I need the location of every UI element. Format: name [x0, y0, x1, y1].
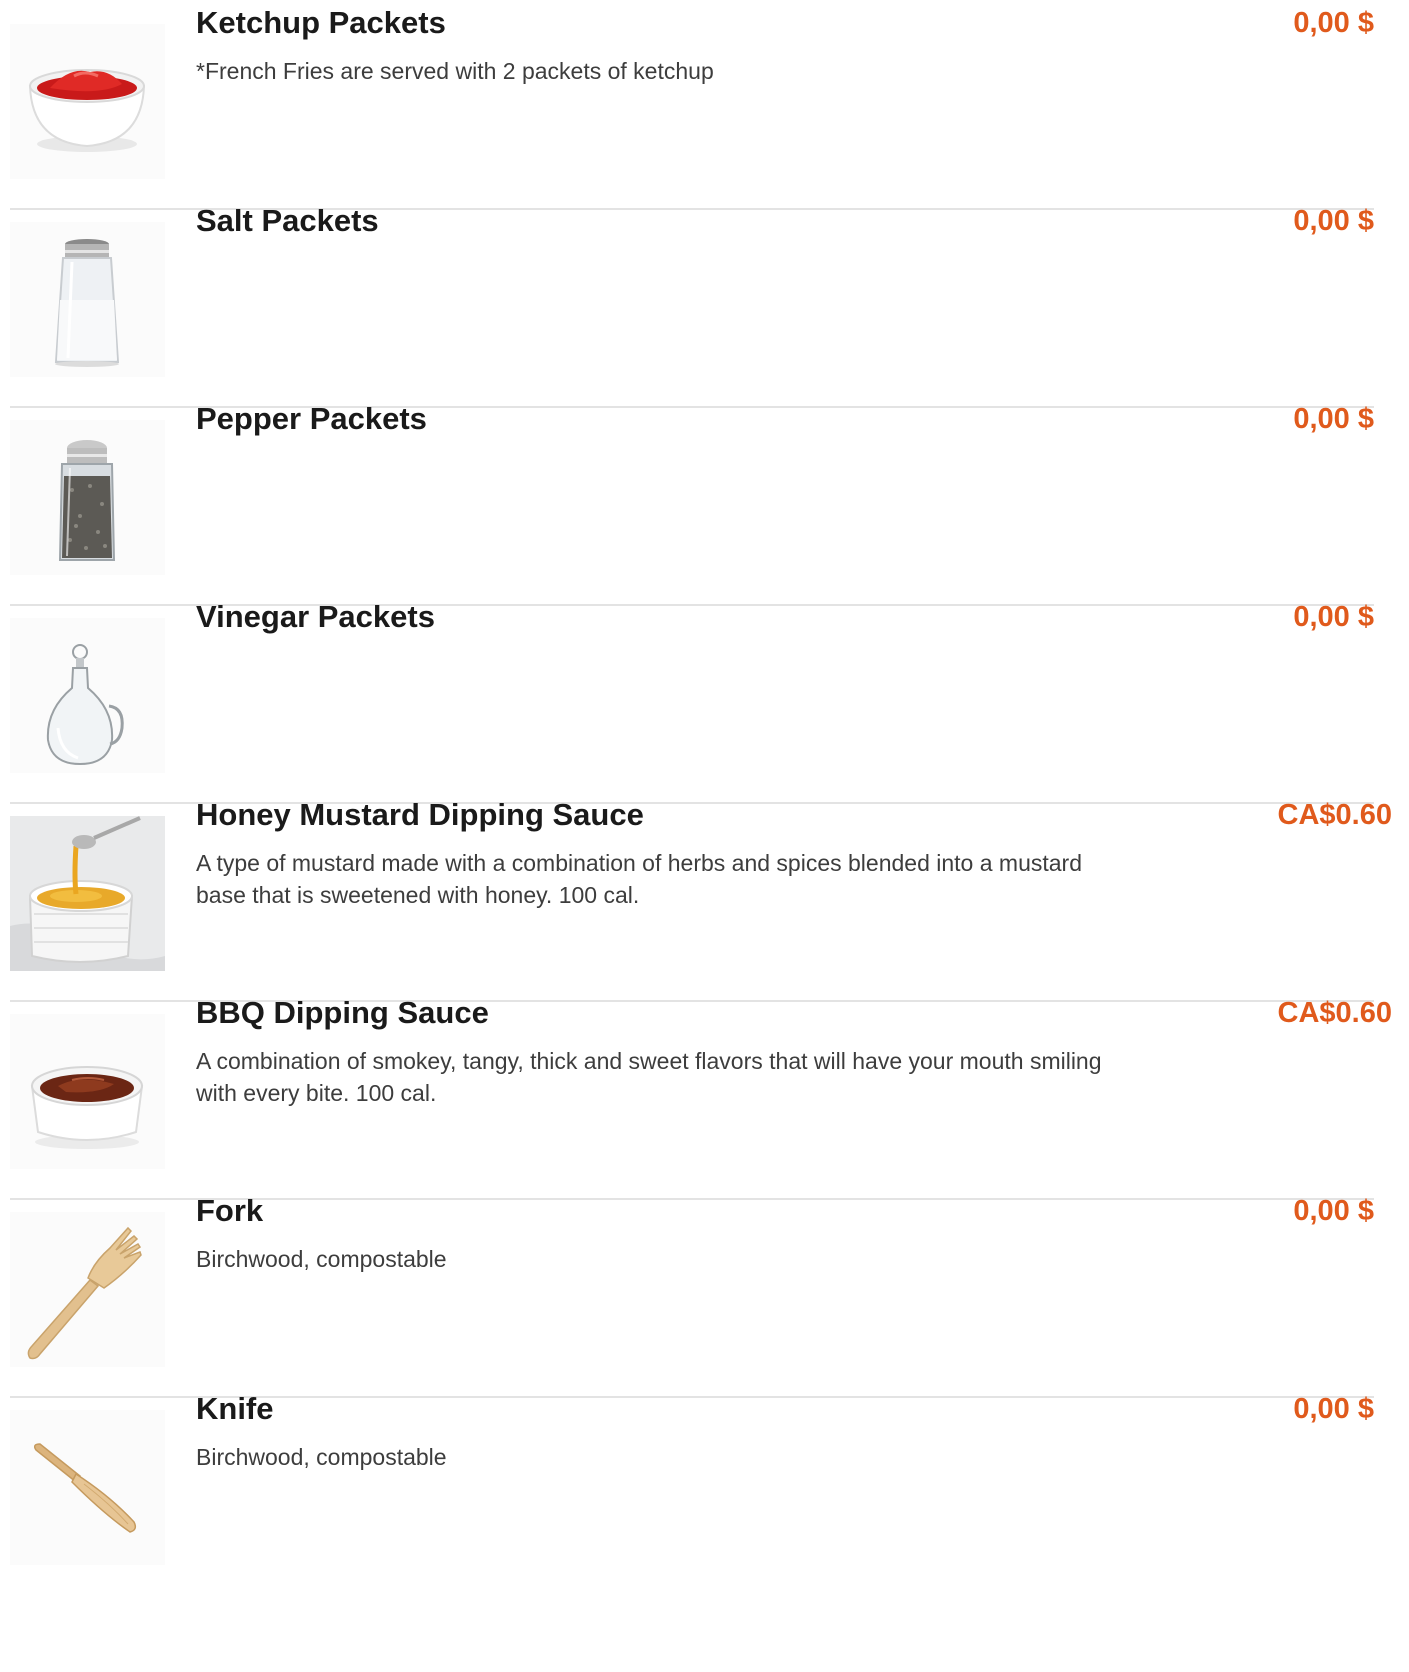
vinegar-cruet-image [10, 618, 165, 773]
item-name: Fork [196, 1193, 264, 1228]
menu-item-honey-mustard[interactable]: Honey Mustard Dipping Sauce A type of mu… [10, 792, 1392, 1002]
item-name: Honey Mustard Dipping Sauce [196, 797, 644, 832]
item-price: 0,00 $ [1293, 1393, 1374, 1425]
item-price: 0,00 $ [1293, 7, 1374, 39]
item-description: *French Fries are served with 2 packets … [196, 58, 714, 84]
item-price: 0,00 $ [1293, 403, 1374, 435]
bbq-sauce-cup-image [10, 1014, 165, 1169]
item-description: A type of mustard made with a combinatio… [196, 850, 1083, 908]
item-price: 0,00 $ [1293, 205, 1374, 237]
menu-item-ketchup-packets[interactable]: Ketchup Packets *French Fries are served… [10, 0, 1374, 210]
menu-item-bbq-dipping-sauce[interactable]: BBQ Dipping Sauce A combination of smoke… [10, 990, 1392, 1200]
item-description: A combination of smokey, tangy, thick an… [196, 1048, 1102, 1106]
wooden-knife-image [10, 1410, 165, 1565]
item-name: Knife [196, 1391, 274, 1426]
menu-item-salt-packets[interactable]: Salt Packets 0,00 $ [10, 198, 1374, 408]
item-price: CA$0.60 [1277, 997, 1392, 1029]
pepper-shaker-image [10, 420, 165, 575]
menu-item-pepper-packets[interactable]: Pepper Packets 0,00 $ [10, 396, 1374, 606]
menu-item-knife[interactable]: Knife Birchwood, compostable 0,00 $ [10, 1386, 1374, 1596]
salt-shaker-image [10, 222, 165, 377]
menu-item-fork[interactable]: Fork Birchwood, compostable 0,00 $ [10, 1188, 1374, 1398]
item-price: CA$0.60 [1277, 799, 1392, 831]
item-name: Vinegar Packets [196, 599, 435, 634]
item-price: 0,00 $ [1293, 601, 1374, 633]
ketchup-bowl-image [10, 24, 165, 179]
item-name: Ketchup Packets [196, 5, 446, 40]
honey-mustard-cup-image [10, 816, 165, 971]
menu-item-vinegar-packets[interactable]: Vinegar Packets 0,00 $ [10, 594, 1374, 804]
item-name: Salt Packets [196, 203, 379, 238]
item-name: Pepper Packets [196, 401, 427, 436]
item-description: Birchwood, compostable [196, 1246, 447, 1272]
wooden-fork-image [10, 1212, 165, 1367]
item-name: BBQ Dipping Sauce [196, 995, 489, 1030]
item-description: Birchwood, compostable [196, 1444, 447, 1470]
item-price: 0,00 $ [1293, 1195, 1374, 1227]
